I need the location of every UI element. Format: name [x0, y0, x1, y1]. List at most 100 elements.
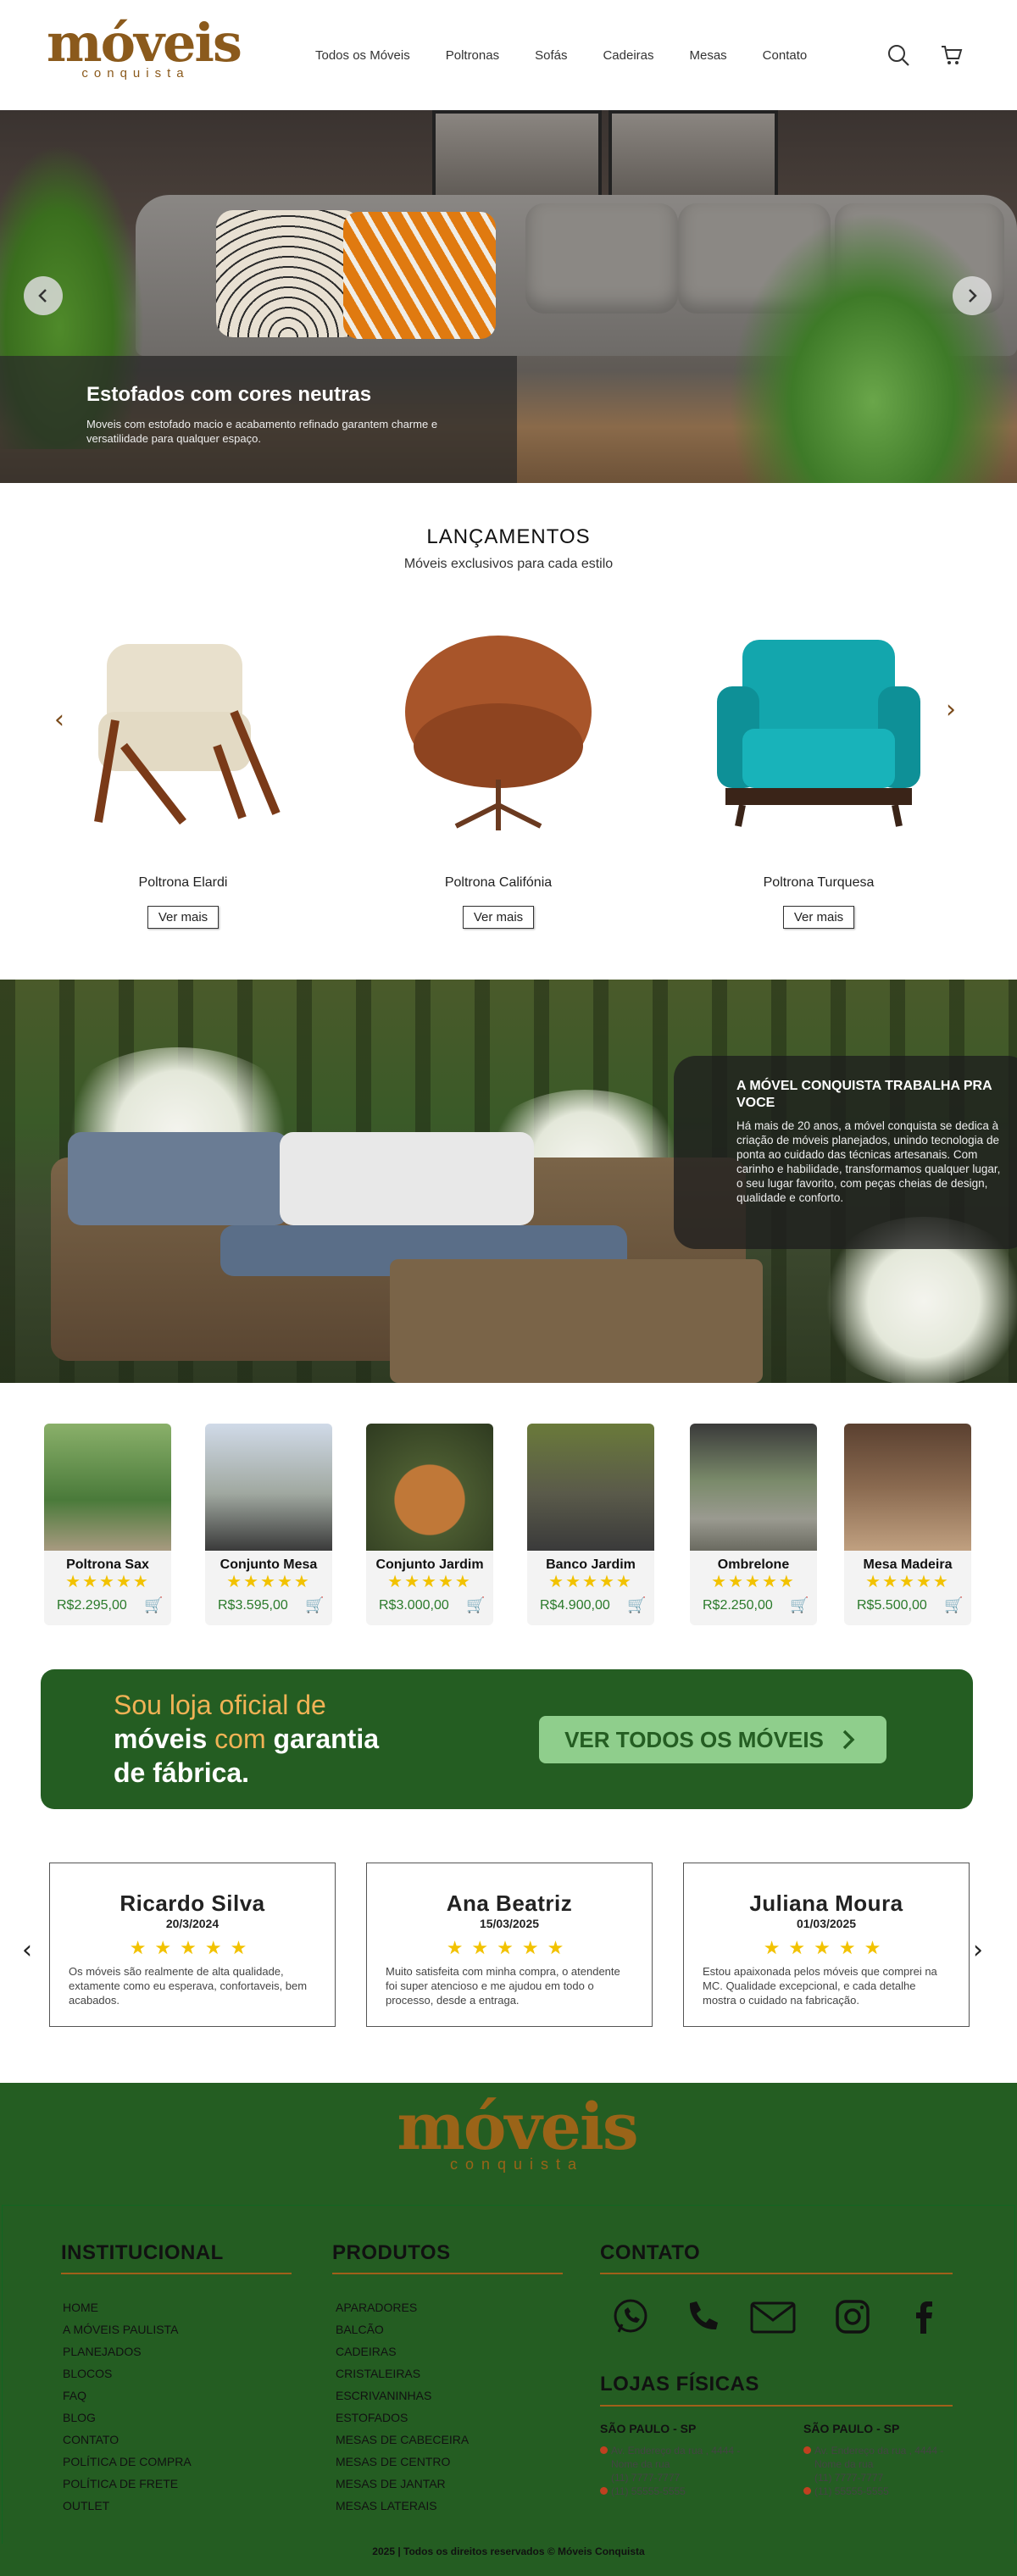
- search-icon[interactable]: [886, 42, 911, 68]
- location-pin-icon: [600, 2446, 608, 2454]
- store-city: SÃO PAULO - SP: [600, 2422, 697, 2435]
- brand-logo[interactable]: móveis conquista: [47, 17, 242, 81]
- banner-line-1: Sou loja oficial de: [114, 1690, 326, 1720]
- ver-mais-button[interactable]: Ver mais: [782, 906, 855, 929]
- footer-link[interactable]: MESAS LATERAIS: [336, 2495, 469, 2517]
- product-card[interactable]: Conjunto Jardim ★★★★★ R$3.000,00 🛒: [366, 1424, 493, 1625]
- plant-image: [729, 212, 1017, 483]
- banner-text: Sou loja oficial de móveis com garantia …: [114, 1688, 379, 1790]
- footer-link[interactable]: BLOCOS: [63, 2362, 192, 2384]
- product-card: Poltrona Califónia Ver mais: [388, 619, 609, 929]
- product-card[interactable]: Mesa Madeira ★★★★★ R$5.500,00 🛒: [844, 1424, 971, 1625]
- reviewer-name: Ricardo Silva: [119, 1890, 265, 1916]
- add-to-cart-icon[interactable]: 🛒: [305, 1596, 324, 1614]
- site-header: móveis conquista Todos os Móveis Poltron…: [0, 0, 1017, 110]
- store-city: SÃO PAULO - SP: [803, 2422, 900, 2435]
- footer-link[interactable]: ESTOFADOS: [336, 2407, 469, 2429]
- footer-link[interactable]: CRISTALEIRAS: [336, 2362, 469, 2384]
- nav-item-contato[interactable]: Contato: [763, 48, 808, 63]
- add-to-cart-icon[interactable]: 🛒: [790, 1596, 809, 1614]
- hero-prev-button[interactable]: [24, 276, 63, 315]
- footer-link[interactable]: CONTATO: [63, 2429, 192, 2451]
- view-all-button[interactable]: VER TODOS OS MÓVEIS: [539, 1716, 886, 1763]
- ver-mais-button[interactable]: Ver mais: [147, 906, 220, 929]
- add-to-cart-icon[interactable]: 🛒: [144, 1596, 163, 1614]
- footer-link[interactable]: OUTLET: [63, 2495, 192, 2517]
- divider: [600, 2405, 953, 2407]
- product-photo: [366, 1424, 493, 1551]
- rating-stars: ★★★★★: [548, 1573, 633, 1591]
- ver-mais-button[interactable]: Ver mais: [462, 906, 535, 929]
- whatsapp-dot-icon: [803, 2487, 811, 2495]
- store-info: SÃO PAULO - SP Av. Endereço da rua , 444…: [600, 2422, 740, 2498]
- product-price: R$2.295,00: [57, 1598, 127, 1613]
- product-name: Poltrona Elardi: [138, 875, 228, 890]
- product-name: Conjunto Mesa: [220, 1557, 318, 1572]
- footer-link[interactable]: CADEIRAS: [336, 2340, 469, 2362]
- reviews-next-icon[interactable]: ›: [973, 1935, 983, 1965]
- footer-link[interactable]: ESCRIVANINHAS: [336, 2384, 469, 2407]
- product-card[interactable]: Poltrona Sax ★★★★★ R$2.295,00 🛒: [44, 1424, 171, 1625]
- footer-link[interactable]: MESAS DE CENTRO: [336, 2451, 469, 2473]
- product-photo: [205, 1424, 332, 1551]
- product-name: Mesa Madeira: [863, 1557, 953, 1572]
- reviewer-name: Ana Beatriz: [446, 1890, 573, 1916]
- product-name: Banco Jardim: [546, 1557, 636, 1572]
- cart-icon[interactable]: [939, 42, 964, 68]
- product-card[interactable]: Banco Jardim ★★★★★ R$4.900,00 🛒: [527, 1424, 654, 1625]
- footer-link[interactable]: POLÍTICA DE COMPRA: [63, 2451, 192, 2473]
- add-to-cart-icon[interactable]: 🛒: [944, 1596, 963, 1614]
- product-card[interactable]: Conjunto Mesa ★★★★★ R$3.595,00 🛒: [205, 1424, 332, 1625]
- store-address: Av. Endereço da rua , 4444 -: [814, 2445, 944, 2457]
- footer-link[interactable]: BALCÃO: [336, 2318, 469, 2340]
- produtos-list: APARADORES BALCÃO CADEIRAS CRISTALEIRAS …: [336, 2296, 469, 2517]
- location-pin-icon: [803, 2446, 811, 2454]
- instagram-icon[interactable]: [832, 2296, 873, 2337]
- review-card: Ana Beatriz 15/03/2025 ★★★★★ Muito satis…: [366, 1863, 653, 2027]
- rating-stars: ★★★★★: [711, 1573, 796, 1591]
- store-phone: (11) 7777-7777: [814, 2472, 884, 2484]
- whatsapp-icon[interactable]: [610, 2296, 651, 2337]
- phone-icon[interactable]: [681, 2296, 722, 2337]
- product-photo: [44, 1424, 171, 1551]
- product-card[interactable]: Ombrelone ★★★★★ R$2.250,00 🛒: [690, 1424, 817, 1625]
- launches-prev-icon[interactable]: ‹: [54, 705, 64, 735]
- footer-link[interactable]: APARADORES: [336, 2296, 469, 2318]
- nav-item-sofas[interactable]: Sofás: [535, 48, 567, 63]
- hero-next-button[interactable]: [953, 276, 992, 315]
- launches-subtitle: Móveis exclusivos para cada estilo: [403, 557, 614, 571]
- nav-item-cadeiras[interactable]: Cadeiras: [603, 48, 653, 63]
- footer-link[interactable]: MESAS DE CABECEIRA: [336, 2429, 469, 2451]
- armchair-turquesa-image: [717, 640, 920, 827]
- footer-link[interactable]: A MÓVEIS PAULISTA: [63, 2318, 192, 2340]
- main-nav: Todos os Móveis Poltronas Sofás Cadeiras…: [315, 48, 842, 63]
- product-name: Ombrelone: [717, 1557, 790, 1572]
- mail-icon[interactable]: [749, 2296, 797, 2337]
- footer-link[interactable]: POLÍTICA DE FRETE: [63, 2473, 192, 2495]
- footer-link[interactable]: MESAS DE JANTAR: [336, 2473, 469, 2495]
- nav-item-todos[interactable]: Todos os Móveis: [315, 48, 410, 63]
- hero-banner: Estofados com cores neutras Moveis com e…: [0, 110, 1017, 483]
- review-date: 15/03/2025: [479, 1917, 540, 1930]
- footer-link[interactable]: HOME: [63, 2296, 192, 2318]
- facebook-icon[interactable]: [903, 2296, 944, 2337]
- store-address-2: Nome da rua: [611, 2458, 670, 2470]
- reviews-prev-icon[interactable]: ‹: [22, 1935, 32, 1965]
- add-to-cart-icon[interactable]: 🛒: [466, 1596, 485, 1614]
- add-to-cart-icon[interactable]: 🛒: [627, 1596, 646, 1614]
- footer-link[interactable]: BLOG: [63, 2407, 192, 2429]
- nav-item-poltronas[interactable]: Poltronas: [446, 48, 499, 63]
- footer-logo[interactable]: móveis conquista: [390, 2091, 644, 2174]
- whatsapp-dot-icon: [600, 2487, 608, 2495]
- banner-word-moveis: móveis: [114, 1724, 208, 1754]
- banner-word-garantia: garantia: [273, 1724, 379, 1754]
- sofa-cushion: [525, 203, 678, 314]
- lojas-title: LOJAS FÍSICAS: [600, 2373, 759, 2396]
- armchair-california-image: [405, 636, 592, 830]
- launches-next-icon[interactable]: ›: [946, 695, 956, 724]
- product-name: Conjunto Jardim: [375, 1557, 484, 1572]
- footer-link[interactable]: FAQ: [63, 2384, 192, 2407]
- nav-item-mesas[interactable]: Mesas: [689, 48, 726, 63]
- product-photo: [690, 1424, 817, 1551]
- footer-link[interactable]: PLANEJADOS: [63, 2340, 192, 2362]
